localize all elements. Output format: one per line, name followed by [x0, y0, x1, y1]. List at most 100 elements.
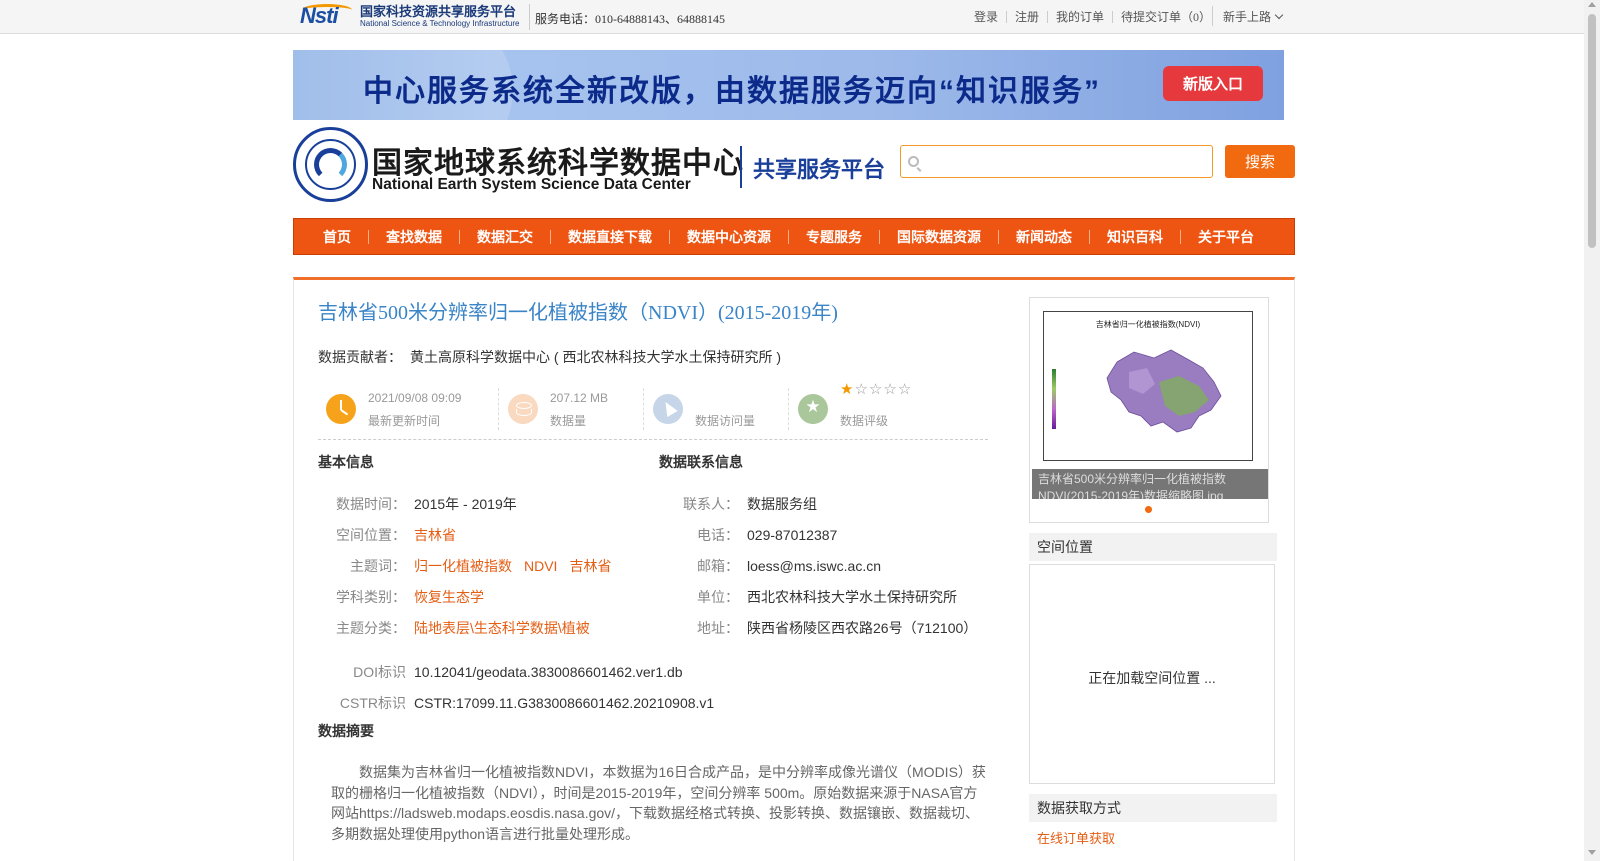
top-links: 登录 注册 我的订单 待提交订单（0）: [966, 11, 1219, 23]
new-version-entry-button[interactable]: 新版入口: [1163, 66, 1263, 101]
contributor-value[interactable]: 黄土高原科学数据中心 ( 西北农林科技大学水土保持研究所 ): [410, 349, 781, 365]
contact-key: 电话：: [697, 527, 739, 543]
nav-item-center-resources[interactable]: 数据中心资源: [670, 229, 789, 244]
star-empty-icon[interactable]: ☆: [898, 380, 912, 398]
platform-name: 共享服务平台: [753, 157, 886, 182]
discipline-link[interactable]: 恢复生态学: [414, 589, 484, 605]
banner-text: 中心服务系统全新改版，由数据服务迈向“知识服务”: [363, 75, 1101, 108]
top-bar: Nsti 国家科技资源共享服务平台 National Science & Tec…: [0, 0, 1584, 34]
scrollbar-thumb[interactable]: [1588, 14, 1596, 248]
info-row-time: 数据时间： 2015年 - 2019年: [318, 494, 517, 514]
spatial-location-heading: 空间位置: [1029, 533, 1277, 561]
star-empty-icon[interactable]: ☆: [883, 380, 897, 398]
category-link[interactable]: 陆地表层\生态科学数据\植被: [414, 620, 590, 636]
star-badge-icon: ★: [798, 394, 828, 424]
nav-item-knowledge[interactable]: 知识百科: [1090, 229, 1181, 244]
stat-data-size: 207.12 MB 数据量: [500, 386, 640, 430]
contact-row-organization: 单位： 西北农林科技大学水土保持研究所: [659, 587, 957, 607]
layers-icon: [508, 394, 538, 424]
newbie-guide-dropdown[interactable]: 新手上路: [1212, 6, 1284, 26]
contact-value: 数据服务组: [747, 496, 817, 512]
star-empty-icon[interactable]: ☆: [869, 380, 883, 398]
ncdc-emblem-icon[interactable]: [293, 127, 368, 202]
info-row-location: 空间位置： 吉林省: [318, 525, 456, 545]
star-empty-icon[interactable]: ☆: [854, 380, 868, 398]
info-key: 空间位置：: [336, 527, 406, 543]
info-row-cstr: CSTR标识 CSTR:17099.11.G3830086601462.20210…: [318, 693, 714, 713]
nav-item-data-submit[interactable]: 数据汇交: [460, 229, 551, 244]
search-input[interactable]: [925, 146, 1210, 177]
spatial-loading-text: 正在加载空间位置 ...: [1088, 670, 1216, 686]
spatial-map-panel[interactable]: 正在加载空间位置 ...: [1029, 564, 1275, 784]
update-time-label: 最新更新时间: [368, 414, 441, 428]
cstr-value: CSTR:17099.11.G3830086601462.20210908.v1: [414, 695, 715, 711]
nav-item-international-data[interactable]: 国际数据资源: [880, 229, 999, 244]
contact-key: 联系人：: [683, 496, 739, 512]
online-order-link[interactable]: 在线订单获取: [1037, 828, 1115, 847]
pending-orders-link[interactable]: 待提交订单（0）: [1113, 11, 1219, 23]
contact-value: loess@ms.iswc.ac.cn: [747, 558, 882, 574]
contact-key: 地址：: [697, 620, 739, 636]
map-legend: [1052, 369, 1056, 429]
login-link[interactable]: 登录: [966, 11, 1008, 23]
info-row-category: 主题分类： 陆地表层\生态科学数据\植被: [318, 618, 590, 638]
doi-value: 10.12041/geodata.3830086601462.ver1.db: [414, 664, 683, 680]
thumbnail-carousel[interactable]: 吉林省归一化植被指数(NDVI) 吉林省500米分辨率归一化植被指数NDVI(2…: [1029, 297, 1269, 523]
contributor-line: 数据贡献者： 黄土高原科学数据中心 ( 西北农林科技大学水土保持研究所 ): [318, 347, 781, 367]
nav-item-find-data[interactable]: 查找数据: [369, 229, 460, 244]
dataset-title: 吉林省500米分辨率归一化植被指数（NDVI）(2015-2019年): [318, 302, 838, 324]
stat-visits: 数据访问量: [645, 386, 785, 430]
stat-divider: [643, 388, 644, 430]
nav-item-about[interactable]: 关于平台: [1181, 230, 1271, 244]
service-phone: 服务电话：010-64888143、64888145: [535, 12, 725, 26]
basic-info-heading: 基本信息: [318, 454, 374, 470]
info-key: 数据时间：: [336, 496, 406, 512]
new-version-banner[interactable]: 中心服务系统全新改版，由数据服务迈向“知识服务” 新版入口: [293, 50, 1284, 120]
nav-item-home[interactable]: 首页: [306, 229, 369, 244]
data-access-heading: 数据获取方式: [1029, 794, 1277, 822]
cstr-label: CSTR标识: [339, 695, 406, 711]
chevron-down-icon: [1274, 10, 1284, 19]
jilin-map-shape: [1106, 349, 1222, 433]
register-link[interactable]: 注册: [1007, 11, 1049, 23]
nav-item-special-services[interactable]: 专题服务: [789, 229, 880, 244]
rating-stars[interactable]: ★☆☆☆☆: [840, 380, 912, 398]
star-filled-icon[interactable]: ★: [840, 380, 854, 398]
keyword-link[interactable]: NDVI: [524, 558, 557, 574]
stat-update-time: 2021/09/08 09:09 最新更新时间: [318, 386, 498, 430]
contact-value: 029-87012387: [747, 527, 838, 543]
newbie-guide-label: 新手上路: [1223, 9, 1272, 24]
keyword-link[interactable]: 归一化植被指数: [414, 558, 512, 574]
contact-row-phone: 电话： 029-87012387: [659, 525, 837, 545]
info-key: 主题分类：: [336, 620, 406, 636]
carousel-dot[interactable]: [1145, 506, 1152, 513]
stat-rating: ★ ★☆☆☆☆ 数据评级: [790, 380, 980, 430]
contact-value: 陕西省杨陵区西农路26号（712100）: [747, 620, 978, 636]
location-link[interactable]: 吉林省: [414, 527, 456, 543]
info-row-doi: DOI标识 10.12041/geodata.3830086601462.ver1…: [318, 662, 683, 682]
scroll-up-arrow-icon[interactable]: [1588, 2, 1596, 7]
stat-divider: [788, 388, 789, 430]
contact-row-email: 邮箱： loess@ms.iswc.ac.cn: [659, 556, 881, 576]
contributor-label: 数据贡献者：: [318, 349, 402, 365]
page-scrollbar[interactable]: [1584, 0, 1600, 861]
nav-item-direct-download[interactable]: 数据直接下载: [551, 229, 670, 244]
search-button[interactable]: 搜索: [1225, 145, 1295, 178]
contact-row-person: 联系人： 数据服务组: [659, 494, 817, 514]
info-key: 学科类别：: [336, 589, 406, 605]
clock-icon: [326, 394, 356, 424]
thumbnail-image[interactable]: 吉林省归一化植被指数(NDVI) 吉林省500米分辨率归一化植被指数NDVI(2…: [1031, 299, 1268, 499]
search-box: [900, 145, 1213, 178]
keyword-link[interactable]: 吉林省: [569, 558, 611, 574]
stat-divider: [498, 388, 499, 430]
scroll-down-arrow-icon[interactable]: [1588, 850, 1596, 855]
nsti-logo[interactable]: Nsti 国家科技资源共享服务平台 National Science & Tec…: [300, 2, 525, 30]
info-row-keywords: 主题词： 归一化植被指数 NDVI 吉林省: [318, 556, 623, 576]
visits-label: 数据访问量: [695, 414, 756, 428]
my-orders-link[interactable]: 我的订单: [1048, 11, 1114, 23]
info-row-discipline: 学科类别： 恢复生态学: [318, 587, 484, 607]
center-name-en: National Earth System Science Data Cente…: [372, 176, 691, 193]
header-divider: [740, 146, 742, 188]
cursor-icon: [653, 394, 683, 424]
nav-item-news[interactable]: 新闻动态: [999, 229, 1090, 244]
